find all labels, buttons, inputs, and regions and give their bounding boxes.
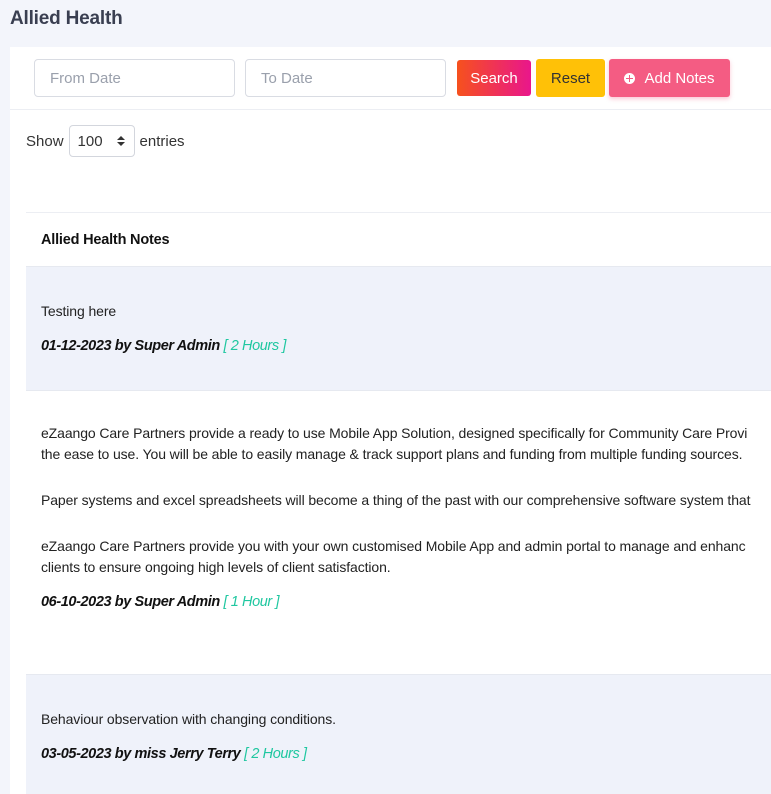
to-date-input[interactable] <box>245 59 446 97</box>
note-line: eZaango Care Partners provide a ready to… <box>41 425 748 441</box>
reset-button[interactable]: Reset <box>536 59 605 97</box>
note-meta: 06-10-2023 by Super Admin [ 1 Hour ] <box>41 594 771 610</box>
note-meta: 03-05-2023 by miss Jerry Terry [ 2 Hours… <box>41 746 771 762</box>
note-text: eZaango Care Partners provide a ready to… <box>41 423 771 465</box>
sort-updown-icon <box>116 136 125 146</box>
note-text: Paper systems and excel spreadsheets wil… <box>41 490 771 511</box>
page-title: Allied Health <box>10 8 123 29</box>
note-duration: [ 1 Hour ] <box>223 594 280 610</box>
entries-select[interactable]: 100 <box>68 125 135 157</box>
note-line: clients to ensure ongoing high levels of… <box>41 559 391 575</box>
plus-circle-icon <box>624 72 636 84</box>
table-row: eZaango Care Partners provide a ready to… <box>26 390 771 674</box>
notes-table-header: Allied Health Notes <box>26 212 771 266</box>
entries-label: entries <box>139 132 185 150</box>
filter-bar: Search Reset Add Notes <box>10 47 771 110</box>
note-text: eZaango Care Partners provide you with y… <box>41 536 771 578</box>
search-button[interactable]: Search <box>457 60 531 96</box>
note-duration: [ 2 Hours ] <box>244 746 307 762</box>
show-label: Show <box>26 132 64 150</box>
note-line: Paper systems and excel spreadsheets wil… <box>41 492 751 508</box>
note-text: Testing here <box>41 303 117 319</box>
note-date-author: 06-10-2023 by Super Admin <box>41 594 220 610</box>
table-row: Behaviour observation with changing cond… <box>26 674 771 794</box>
note-meta: 01-12-2023 by Super Admin [ 2 Hours ] <box>41 338 771 354</box>
notes-card: Search Reset Add Notes Show 100 entries … <box>10 47 771 794</box>
note-line: eZaango Care Partners provide you with y… <box>41 538 746 554</box>
note-duration: [ 2 Hours ] <box>223 338 286 354</box>
from-date-input[interactable] <box>34 59 235 97</box>
note-date-author: 01-12-2023 by Super Admin <box>41 338 220 354</box>
entries-control: Show 100 entries <box>26 125 185 157</box>
note-date-author: 03-05-2023 by miss Jerry Terry <box>41 746 241 762</box>
entries-select-value: 100 <box>77 132 103 150</box>
table-row: Testing here 01-12-2023 by Super Admin [… <box>26 266 771 390</box>
note-text: Behaviour observation with changing cond… <box>41 711 336 727</box>
notes-table: Allied Health Notes Testing here 01-12-2… <box>26 212 771 794</box>
note-line: the ease to use. You will be able to eas… <box>41 446 743 462</box>
add-notes-button[interactable]: Add Notes <box>609 59 730 97</box>
add-notes-label: Add Notes <box>644 69 715 87</box>
